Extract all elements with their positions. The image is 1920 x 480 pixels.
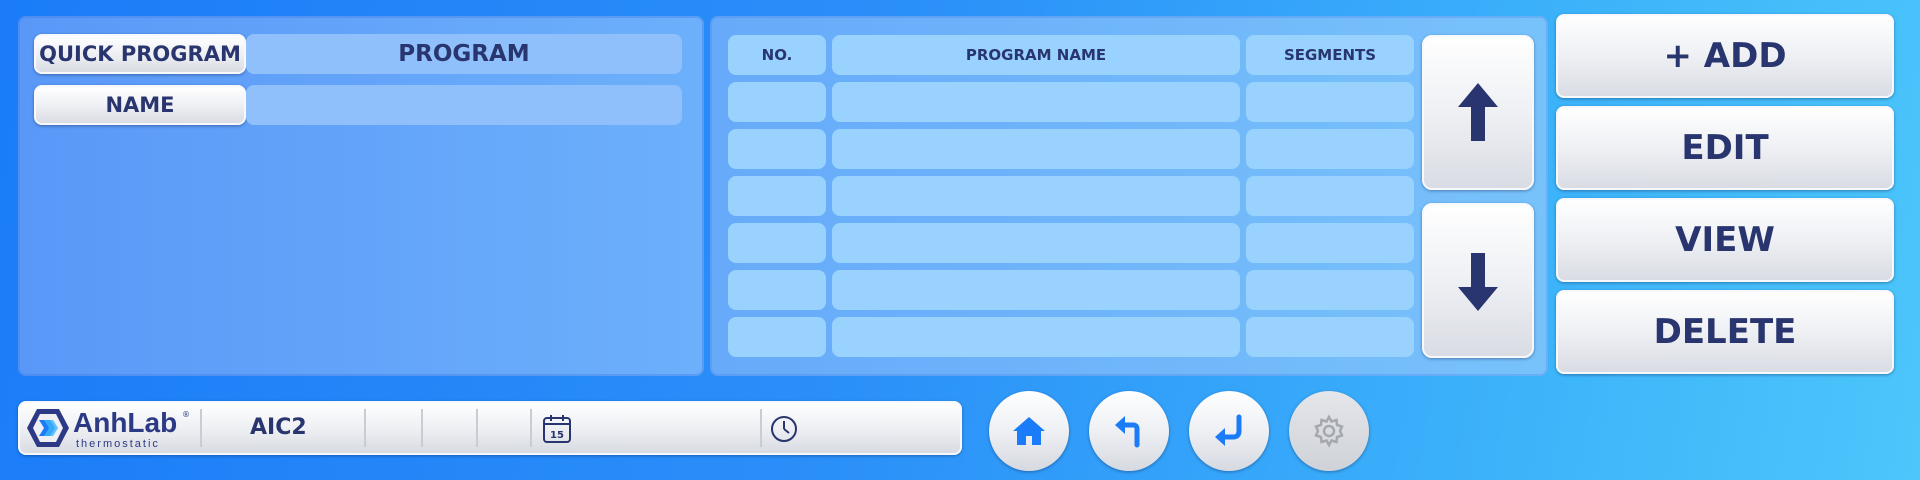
name-field[interactable] <box>246 85 682 125</box>
column-header-program-name-label: PROGRAM NAME <box>965 46 1107 64</box>
table-cell-no[interactable] <box>728 223 826 263</box>
enter-button[interactable] <box>1189 391 1269 471</box>
view-label: VIEW <box>1675 220 1775 260</box>
hexagon-logo-icon <box>27 409 69 447</box>
device-name: AIC2 <box>250 415 307 440</box>
table-cell-segments[interactable] <box>1246 176 1414 216</box>
table-cell-program-name[interactable] <box>832 82 1240 122</box>
program-info-panel: QUICK PROGRAM PROGRAM NAME <box>18 16 704 376</box>
table-cell-no[interactable] <box>728 129 826 169</box>
calendar-icon: 15 <box>543 415 571 443</box>
table-cell-no[interactable] <box>728 317 826 357</box>
arrow-down-icon <box>1458 252 1498 311</box>
status-bar: AnhLab ® thermostatic AIC2 15 <box>18 401 962 455</box>
edit-button[interactable]: EDIT <box>1556 106 1894 190</box>
logo-text: AnhLab <box>73 407 178 438</box>
clock-icon <box>771 416 797 442</box>
table-cell-segments[interactable] <box>1246 129 1414 169</box>
divider <box>530 409 532 447</box>
quick-program-label: QUICK PROGRAM <box>39 42 241 66</box>
view-button[interactable]: VIEW <box>1556 198 1894 282</box>
settings-button[interactable] <box>1289 391 1369 471</box>
table-cell-program-name[interactable] <box>832 270 1240 310</box>
back-button[interactable] <box>1089 391 1169 471</box>
divider <box>476 409 478 447</box>
edit-label: EDIT <box>1681 128 1769 168</box>
program-field[interactable]: PROGRAM <box>246 34 682 74</box>
name-label: NAME <box>105 93 175 117</box>
table-cell-no[interactable] <box>728 176 826 216</box>
table-cell-segments[interactable] <box>1246 317 1414 357</box>
table-cell-segments[interactable] <box>1246 82 1414 122</box>
back-arrow-icon <box>1115 416 1140 448</box>
divider <box>760 409 762 447</box>
enter-icon <box>1215 414 1242 446</box>
divider <box>421 409 423 447</box>
program-value: PROGRAM <box>398 41 530 67</box>
arrow-up-icon <box>1458 82 1498 141</box>
table-cell-segments[interactable] <box>1246 270 1414 310</box>
logo-subtext: thermostatic <box>76 438 160 450</box>
table-cell-no[interactable] <box>728 82 826 122</box>
delete-label: DELETE <box>1653 312 1797 352</box>
scroll-down-button[interactable] <box>1422 203 1534 358</box>
delete-button[interactable]: DELETE <box>1556 290 1894 374</box>
table-cell-program-name[interactable] <box>832 317 1240 357</box>
home-button[interactable] <box>989 391 1069 471</box>
scroll-up-button[interactable] <box>1422 35 1534 190</box>
divider <box>364 409 366 447</box>
column-header-segments-label: SEGMENTS <box>1283 46 1377 64</box>
column-header-segments: SEGMENTS <box>1246 35 1414 75</box>
divider <box>200 409 202 447</box>
table-cell-program-name[interactable] <box>832 223 1240 263</box>
column-header-no-label: NO. <box>761 46 793 64</box>
add-button[interactable]: + ADD <box>1556 14 1894 98</box>
table-cell-program-name[interactable] <box>832 176 1240 216</box>
column-header-no: NO. <box>728 35 826 75</box>
name-button[interactable]: NAME <box>34 85 246 125</box>
program-list-panel: NO. PROGRAM NAME SEGMENTS <box>710 16 1548 376</box>
gear-icon <box>1314 414 1344 448</box>
quick-program-button[interactable]: QUICK PROGRAM <box>34 34 246 74</box>
add-label: + ADD <box>1663 36 1787 76</box>
home-icon <box>1013 417 1045 445</box>
table-cell-no[interactable] <box>728 270 826 310</box>
logo-registered: ® <box>182 410 190 419</box>
column-header-program-name: PROGRAM NAME <box>832 35 1240 75</box>
calendar-day: 15 <box>550 430 564 441</box>
table-cell-program-name[interactable] <box>832 129 1240 169</box>
table-cell-segments[interactable] <box>1246 223 1414 263</box>
anhlab-logo: AnhLab ® thermostatic <box>26 407 196 450</box>
